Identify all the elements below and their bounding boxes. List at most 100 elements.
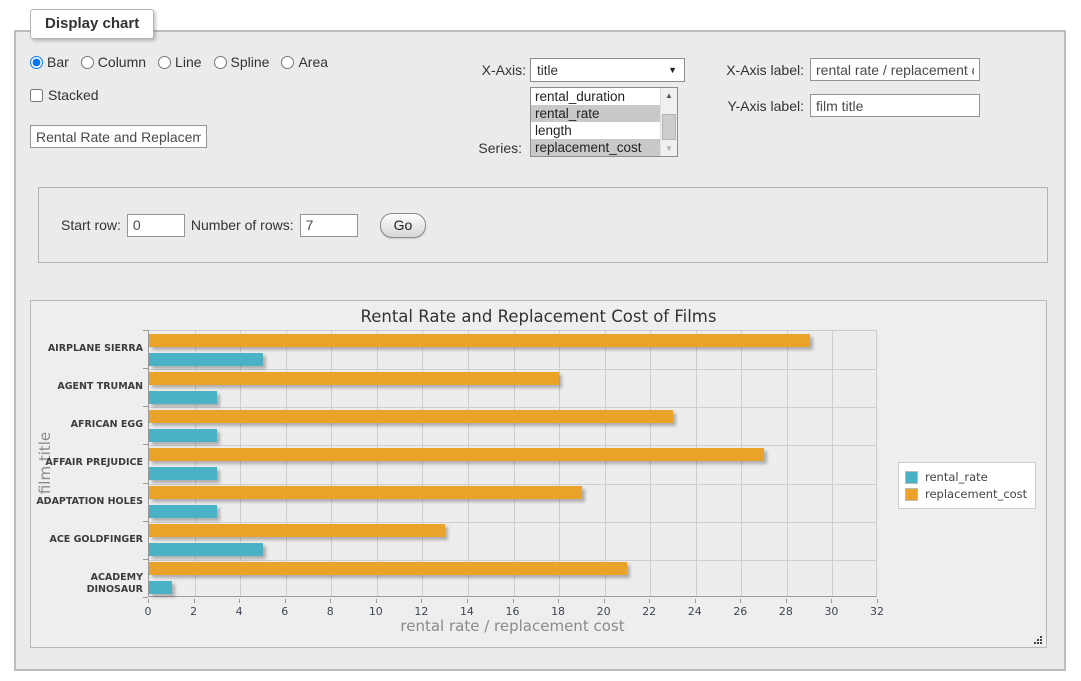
horizontal-gridline xyxy=(149,560,876,561)
chart-type-label-line: Line xyxy=(175,54,201,70)
series-option-replacement_cost[interactable]: replacement_cost xyxy=(531,139,660,156)
series-multiselect[interactable]: rental_durationrental_ratelengthreplacem… xyxy=(530,87,678,157)
start-row-label: Start row: xyxy=(61,217,121,233)
x-axis-tick xyxy=(194,599,195,603)
x-axis-tick xyxy=(740,599,741,603)
legend-entry-replacement_cost: replacement_cost xyxy=(905,487,1027,501)
x-axis-selected-value: title xyxy=(537,63,558,78)
fieldset-legend: Display chart xyxy=(30,9,154,39)
x-axis-tick xyxy=(786,599,787,603)
y-axis-tick xyxy=(143,406,148,407)
chart-type-option-bar[interactable]: Bar xyxy=(30,54,69,70)
plot-area xyxy=(148,330,877,597)
bar-replacement_cost xyxy=(149,448,764,461)
scroll-down-icon[interactable]: ▼ xyxy=(661,141,677,156)
x-axis-tick xyxy=(649,599,650,603)
y-category-label: ADAPTATION HOLES xyxy=(31,496,143,508)
x-tick-label: 12 xyxy=(404,605,438,618)
series-option-length[interactable]: length xyxy=(531,122,660,139)
x-tick-label: 10 xyxy=(359,605,393,618)
y-category-label: AFRICAN EGG xyxy=(31,419,143,431)
y-category-label: AGENT TRUMAN xyxy=(31,381,143,393)
bar-replacement_cost xyxy=(149,562,627,575)
y-axis-tick xyxy=(143,597,148,598)
number-of-rows-input[interactable] xyxy=(300,214,358,237)
dropdown-caret-icon: ▼ xyxy=(668,65,677,75)
y-axis-label-input[interactable] xyxy=(810,94,980,117)
vertical-gridline xyxy=(787,331,788,596)
y-axis-tick xyxy=(143,330,148,331)
legend-entry-rental_rate: rental_rate xyxy=(905,470,1027,484)
x-tick-label: 30 xyxy=(814,605,848,618)
x-tick-label: 18 xyxy=(541,605,575,618)
chart-type-radio-area[interactable] xyxy=(281,56,294,69)
chart-type-option-column[interactable]: Column xyxy=(81,54,146,70)
series-scrollbar[interactable]: ▲ ▼ xyxy=(660,88,677,156)
x-axis-label-field-label: X-Axis label: xyxy=(692,62,804,78)
chart-panel: Rental Rate and Replacement Cost of Film… xyxy=(30,300,1047,648)
chart-type-option-spline[interactable]: Spline xyxy=(214,54,270,70)
x-axis-tick xyxy=(558,599,559,603)
vertical-gridline xyxy=(696,331,697,596)
vertical-gridline xyxy=(650,331,651,596)
y-axis-tick xyxy=(143,483,148,484)
legend-label-rental_rate: rental_rate xyxy=(925,470,988,484)
horizontal-gridline xyxy=(149,484,876,485)
x-axis-tick xyxy=(285,599,286,603)
chart-type-radio-spline[interactable] xyxy=(214,56,227,69)
go-button[interactable]: Go xyxy=(380,213,427,238)
x-tick-label: 26 xyxy=(723,605,757,618)
bar-rental_rate xyxy=(149,467,217,480)
x-axis-tick xyxy=(467,599,468,603)
y-category-label: ACE GOLDFINGER xyxy=(31,534,143,546)
series-options: rental_durationrental_ratelengthreplacem… xyxy=(531,88,660,156)
vertical-gridline xyxy=(559,331,560,596)
chart-type-radio-column[interactable] xyxy=(81,56,94,69)
series-option-rental_duration[interactable]: rental_duration xyxy=(531,88,660,105)
x-tick-label: 28 xyxy=(769,605,803,618)
stacked-option[interactable]: Stacked xyxy=(30,87,99,103)
legend-label-replacement_cost: replacement_cost xyxy=(925,487,1027,501)
bar-replacement_cost xyxy=(149,524,445,537)
chart-title-input[interactable] xyxy=(30,125,207,148)
vertical-gridline xyxy=(741,331,742,596)
scrollbar-thumb[interactable] xyxy=(662,114,676,140)
x-tick-label: 22 xyxy=(632,605,666,618)
start-row-input[interactable] xyxy=(127,214,185,237)
x-axis-tick xyxy=(330,599,331,603)
bar-rental_rate xyxy=(149,581,172,594)
bar-rental_rate xyxy=(149,543,263,556)
bar-rental_rate xyxy=(149,353,263,366)
x-axis-label-input[interactable] xyxy=(810,58,980,81)
stacked-checkbox[interactable] xyxy=(30,89,43,102)
x-tick-label: 24 xyxy=(678,605,712,618)
x-axis-tick xyxy=(421,599,422,603)
chart-type-option-area[interactable]: Area xyxy=(281,54,328,70)
scroll-up-icon[interactable]: ▲ xyxy=(661,88,677,103)
resize-grip-icon xyxy=(1031,633,1043,645)
stacked-label: Stacked xyxy=(48,87,99,103)
bar-rental_rate xyxy=(149,391,217,404)
number-of-rows-label: Number of rows: xyxy=(191,217,294,233)
bar-rental_rate xyxy=(149,429,217,442)
chart-type-option-line[interactable]: Line xyxy=(158,54,201,70)
stacked-row: Stacked xyxy=(30,87,99,103)
x-tick-label: 32 xyxy=(860,605,894,618)
chart-type-radio-line[interactable] xyxy=(158,56,171,69)
y-axis-tick xyxy=(143,444,148,445)
resize-handle[interactable] xyxy=(1031,632,1043,644)
x-tick-label: 0 xyxy=(131,605,165,618)
chart-legend: rental_rate replacement_cost xyxy=(898,462,1036,509)
chart-type-radio-bar[interactable] xyxy=(30,56,43,69)
legend-swatch-replacement_cost xyxy=(905,488,918,501)
chart-type-label-bar: Bar xyxy=(47,54,69,70)
y-category-label: AFFAIR PREJUDICE xyxy=(31,457,143,469)
y-category-label: AIRPLANE SIERRA xyxy=(31,343,143,355)
x-axis-tick xyxy=(239,599,240,603)
chart-type-label-area: Area xyxy=(298,54,328,70)
x-tick-label: 8 xyxy=(313,605,347,618)
series-option-rental_rate[interactable]: rental_rate xyxy=(531,105,660,122)
x-axis-select[interactable]: title ▼ xyxy=(530,58,685,82)
horizontal-gridline xyxy=(149,445,876,446)
horizontal-gridline xyxy=(149,522,876,523)
